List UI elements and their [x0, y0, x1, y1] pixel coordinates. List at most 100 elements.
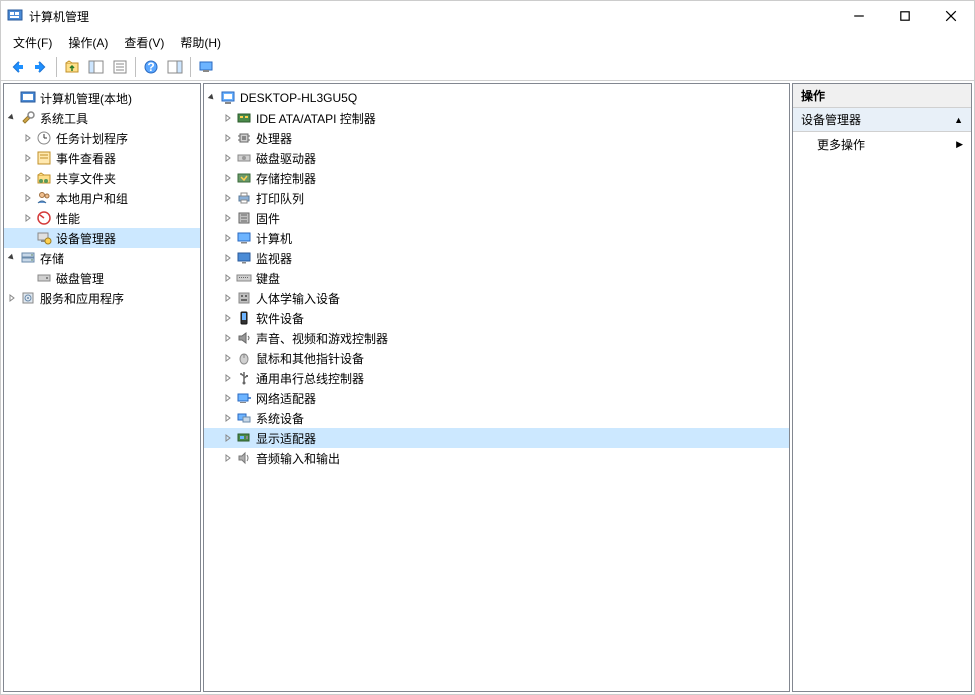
printer-icon [236, 190, 252, 206]
tree-disk-management[interactable]: 磁盘管理 [4, 268, 200, 288]
expander-icon[interactable] [220, 370, 236, 386]
svg-text:?: ? [147, 60, 154, 74]
expander-icon[interactable] [220, 150, 236, 166]
toolbar: ? [1, 53, 974, 81]
network-adapter-icon [236, 390, 252, 406]
expander-icon[interactable] [20, 130, 36, 146]
expander-icon[interactable] [220, 410, 236, 426]
speaker-icon [236, 330, 252, 346]
tree-task-scheduler[interactable]: 任务计划程序 [4, 128, 200, 148]
device-hid[interactable]: 人体学输入设备 [204, 288, 789, 308]
software-device-icon [236, 310, 252, 326]
forward-button[interactable] [29, 55, 53, 79]
storage-controller-icon [236, 170, 252, 186]
device-storage-controllers[interactable]: 存储控制器 [204, 168, 789, 188]
expander-icon[interactable] [20, 210, 36, 226]
tree-label: 软件设备 [256, 310, 310, 327]
titlebar: 计算机管理 [1, 1, 974, 31]
tree-label: 鼠标和其他指针设备 [256, 350, 370, 367]
maximize-button[interactable] [882, 1, 928, 31]
system-device-icon [236, 410, 252, 426]
tree-event-viewer[interactable]: 事件查看器 [4, 148, 200, 168]
device-print-queues[interactable]: 打印队列 [204, 188, 789, 208]
usb-icon [236, 370, 252, 386]
collapse-icon: ▲ [954, 115, 963, 125]
device-network-adapters[interactable]: 网络适配器 [204, 388, 789, 408]
tree-device-manager[interactable]: 设备管理器 [4, 228, 200, 248]
device-monitors[interactable]: 监视器 [204, 248, 789, 268]
expander-icon[interactable] [20, 150, 36, 166]
device-usb-controllers[interactable]: 通用串行总线控制器 [204, 368, 789, 388]
expander-icon[interactable] [220, 130, 236, 146]
device-computer-root[interactable]: DESKTOP-HL3GU5Q [204, 88, 789, 108]
tree-performance[interactable]: 性能 [4, 208, 200, 228]
expander-icon[interactable] [220, 430, 236, 446]
more-actions[interactable]: 更多操作 ▶ [793, 132, 971, 157]
device-audio-io[interactable]: 音频输入和输出 [204, 448, 789, 468]
device-mice-pointing[interactable]: 鼠标和其他指针设备 [204, 348, 789, 368]
expander-icon[interactable] [220, 110, 236, 126]
back-button[interactable] [5, 55, 29, 79]
show-hide-console-tree-button[interactable] [84, 55, 108, 79]
expander-icon[interactable] [4, 250, 20, 266]
expander-icon[interactable] [220, 190, 236, 206]
tree-storage[interactable]: 存储 [4, 248, 200, 268]
expander-icon[interactable] [4, 110, 20, 126]
help-button[interactable]: ? [139, 55, 163, 79]
expander-icon[interactable] [220, 170, 236, 186]
properties-button[interactable] [108, 55, 132, 79]
device-tree: DESKTOP-HL3GU5Q IDE ATA/ATAPI 控制器 处理器 磁盘… [204, 84, 789, 472]
tree-services-apps[interactable]: 服务和应用程序 [4, 288, 200, 308]
device-sound-video-game[interactable]: 声音、视频和游戏控制器 [204, 328, 789, 348]
device-keyboards[interactable]: 键盘 [204, 268, 789, 288]
expander-icon[interactable] [220, 230, 236, 246]
show-hide-action-pane-button[interactable] [163, 55, 187, 79]
menu-action[interactable]: 操作(A) [60, 32, 116, 53]
device-display-adapters[interactable]: 显示适配器 [204, 428, 789, 448]
expander-icon[interactable] [4, 290, 20, 306]
tree-system-tools[interactable]: 系统工具 [4, 108, 200, 128]
minimize-button[interactable] [836, 1, 882, 31]
expander-icon[interactable] [220, 290, 236, 306]
scan-hardware-button[interactable] [194, 55, 218, 79]
menu-view[interactable]: 查看(V) [116, 32, 172, 53]
up-button[interactable] [60, 55, 84, 79]
tree-label: 固件 [256, 210, 286, 227]
cpu-icon [236, 130, 252, 146]
expander-icon[interactable] [220, 450, 236, 466]
expander-icon[interactable] [204, 90, 220, 106]
tree-label: 存储 [40, 250, 70, 267]
device-firmware[interactable]: 固件 [204, 208, 789, 228]
device-ide-atapi[interactable]: IDE ATA/ATAPI 控制器 [204, 108, 789, 128]
tree-root[interactable]: 计算机管理(本地) [4, 88, 200, 108]
menu-file[interactable]: 文件(F) [5, 32, 60, 53]
device-computer[interactable]: 计算机 [204, 228, 789, 248]
display-adapter-icon [236, 430, 252, 446]
tree-local-users[interactable]: 本地用户和组 [4, 188, 200, 208]
tree-label: 事件查看器 [56, 150, 122, 167]
expander-icon[interactable] [220, 330, 236, 346]
pc-icon [236, 230, 252, 246]
close-button[interactable] [928, 1, 974, 31]
expander-icon[interactable] [220, 250, 236, 266]
device-system-devices[interactable]: 系统设备 [204, 408, 789, 428]
device-disk-drives[interactable]: 磁盘驱动器 [204, 148, 789, 168]
hid-icon [236, 290, 252, 306]
tree-shared-folders[interactable]: 共享文件夹 [4, 168, 200, 188]
menu-help[interactable]: 帮助(H) [172, 32, 229, 53]
disk-drive-icon [236, 150, 252, 166]
expander-icon[interactable] [220, 310, 236, 326]
actions-section[interactable]: 设备管理器 ▲ [793, 108, 971, 132]
tree-label: 磁盘管理 [56, 270, 110, 287]
expander-icon[interactable] [220, 350, 236, 366]
expander-icon[interactable] [220, 210, 236, 226]
performance-icon [36, 210, 52, 226]
expander-icon[interactable] [20, 170, 36, 186]
expander-icon[interactable] [220, 270, 236, 286]
device-processors[interactable]: 处理器 [204, 128, 789, 148]
expander-icon[interactable] [220, 390, 236, 406]
device-software-devices[interactable]: 软件设备 [204, 308, 789, 328]
users-icon [36, 190, 52, 206]
toolbar-separator [56, 57, 57, 77]
expander-icon[interactable] [20, 190, 36, 206]
